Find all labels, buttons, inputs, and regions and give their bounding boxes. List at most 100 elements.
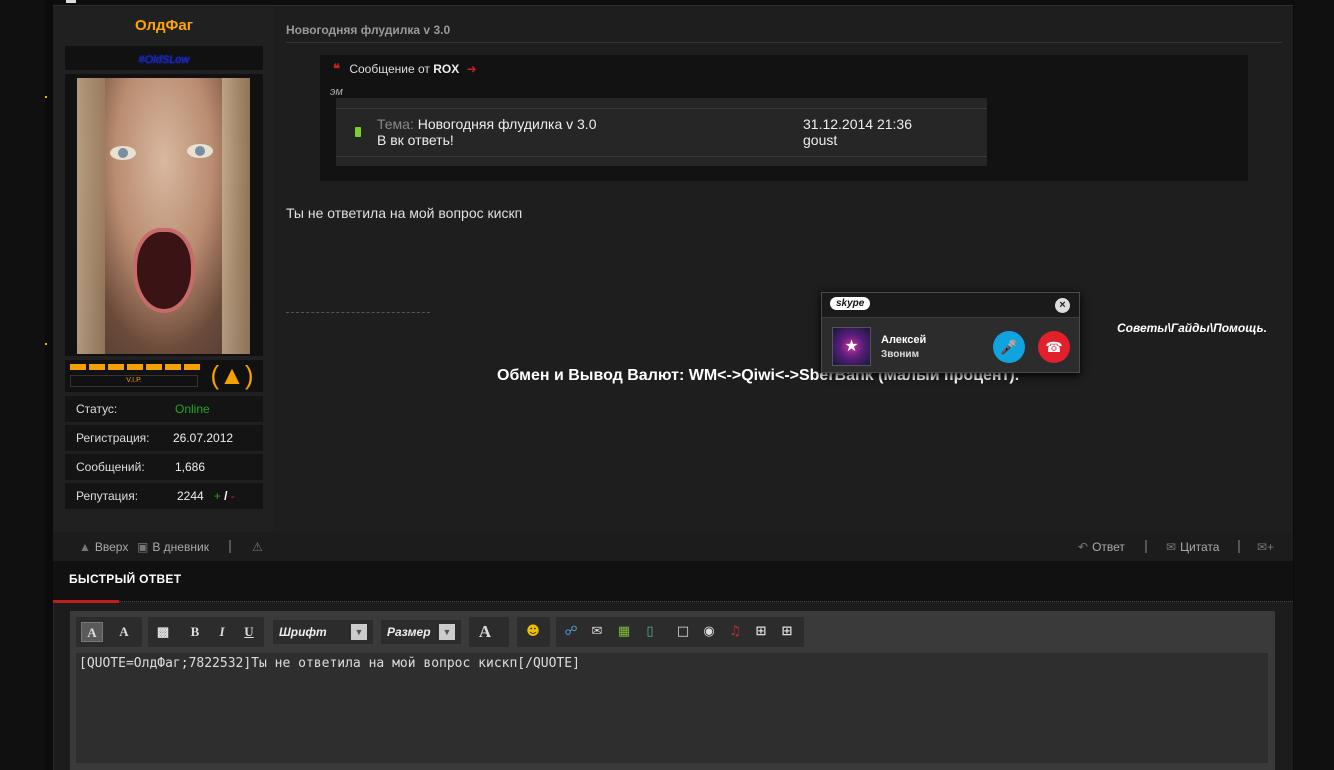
table-cell-date: 31.12.2014 21:36 goust — [803, 116, 912, 148]
vip-panel: V.I.P. (▲) — [65, 360, 263, 392]
table-row — [336, 156, 987, 166]
up-label: Вверх — [94, 540, 129, 554]
chevron-down-icon: ▼ — [351, 624, 367, 640]
separator — [1238, 540, 1240, 553]
avatar-detail — [222, 78, 250, 354]
reputation-value: 2244 — [177, 489, 204, 503]
stat-value: 2244 + / - — [177, 483, 235, 509]
stat-registration: Регистрация: 26.07.2012 — [65, 425, 263, 451]
decor-dot — [45, 96, 47, 98]
arrow-up-icon: ▲ — [79, 540, 91, 554]
left-margin — [0, 0, 45, 770]
link-icon[interactable]: ☍ — [560, 622, 582, 642]
vip-tree-icon: (▲) — [210, 360, 254, 390]
chevron-down-icon: ▼ — [439, 624, 455, 640]
caller-name: Алексей — [881, 334, 927, 346]
bold-icon[interactable]: B — [184, 622, 206, 642]
call-status: Звоним — [881, 349, 919, 360]
post-message: Ты не ответила на мой вопрос кискп — [286, 205, 523, 221]
quote-prefix: Сообщение от — [349, 62, 430, 76]
more-options-icon[interactable]: ⊞ — [776, 622, 798, 642]
quote-bubble-icon: ✉ — [1166, 540, 1177, 554]
close-icon[interactable]: × — [1055, 298, 1070, 313]
divider — [286, 42, 1282, 43]
email-icon[interactable]: ✉ — [586, 622, 608, 642]
image-icon[interactable]: ▦ — [613, 622, 635, 642]
username[interactable]: ОлдФаг — [65, 17, 263, 34]
diary-button[interactable]: ▣ В дневник — [137, 533, 209, 561]
avatar-detail — [110, 146, 136, 160]
font-select[interactable]: Шрифт ▼ — [273, 620, 373, 644]
vip-level-bars — [70, 364, 200, 370]
stat-label: Сообщений: — [76, 460, 145, 474]
text-color-icon[interactable]: A — [474, 622, 496, 642]
topic-text: В вк ответь! — [377, 132, 454, 148]
stat-label: Регистрация: — [76, 431, 150, 445]
scroll-up-button[interactable]: ▲ Вверх — [79, 533, 128, 561]
table-row: Тема: Новогодняя флудилка v 3.0 В вк отв… — [336, 108, 987, 156]
quote-author: ROX — [433, 62, 460, 76]
italic-icon[interactable]: I — [211, 622, 233, 642]
avatar-detail — [187, 144, 213, 158]
quote-text: эм — [330, 86, 343, 98]
quick-reply-header — [53, 561, 1293, 601]
message-textarea[interactable]: [QUOTE=ОлдФаг;7822532]Ты не ответила на … — [76, 653, 1268, 763]
stat-posts: Сообщений: 1,686 — [65, 454, 263, 480]
end-call-icon[interactable]: ☎ — [1038, 331, 1070, 363]
remove-format-icon[interactable]: A — [113, 622, 135, 642]
underline-icon[interactable]: U — [238, 622, 260, 642]
reply-icon: ↶ — [1078, 540, 1089, 554]
decor-dot — [45, 343, 47, 345]
title-underline — [53, 600, 119, 603]
microphone-icon[interactable]: 🎤 — [993, 331, 1025, 363]
multiquote-button[interactable]: ✉+ — [1257, 533, 1278, 561]
divider — [119, 601, 1293, 602]
paste-icon[interactable]: ▩ — [152, 622, 174, 642]
rep-minus-button[interactable]: - — [231, 489, 235, 503]
size-select-label: Размер — [387, 625, 431, 639]
topic-date: 31.12.2014 21:36 — [803, 116, 912, 132]
size-select[interactable]: Размер ▼ — [381, 620, 461, 644]
rep-separator: / — [224, 489, 228, 503]
report-button[interactable]: ⚠ — [252, 533, 267, 561]
reply-button[interactable]: ↶ Ответ — [1078, 533, 1125, 561]
multiquote-icon: ✉+ — [1257, 540, 1275, 554]
rep-plus-button[interactable]: + — [214, 489, 221, 503]
quote-jump-icon[interactable]: ➜ — [467, 62, 477, 76]
quote-icon: ❝ — [333, 61, 340, 76]
skype-call-popup: skype × ★ Алексей Звоним 🎤 ☎ — [821, 292, 1080, 373]
warning-icon: ⚠ — [252, 540, 263, 554]
video-icon[interactable]: ▯ — [639, 622, 661, 642]
quote-insert-icon[interactable]: □ — [672, 622, 694, 642]
avatar-detail — [77, 78, 105, 354]
spoiler-icon[interactable]: ◉ — [698, 622, 720, 642]
caller-avatar: ★ — [832, 327, 871, 366]
skype-titlebar: skype × — [822, 293, 1079, 318]
quote-button[interactable]: ✉ Цитата — [1166, 533, 1219, 561]
reply-label: Ответ — [1092, 540, 1125, 554]
separator — [1145, 540, 1147, 553]
smiley-icon[interactable]: ☻ — [522, 622, 544, 642]
topic-key: Тема: — [377, 116, 414, 132]
switch-mode-icon[interactable]: A — [81, 622, 103, 642]
right-margin — [1294, 0, 1334, 770]
stat-value: 26.07.2012 — [173, 431, 234, 445]
quote-label: Цитата — [1180, 540, 1220, 554]
quick-reply-title: БЫСТРЫЙ ОТВЕТ — [69, 572, 182, 586]
stat-status: Статус: Online — [65, 396, 263, 422]
stat-value: 1,686 — [175, 460, 206, 474]
music-icon[interactable]: ♫ — [724, 622, 746, 642]
post-title: Новогодняя флудилка v 3.0 — [286, 23, 451, 37]
table-cell-topic: Тема: Новогодняя флудилка v 3.0 В вк отв… — [377, 116, 596, 148]
signature-divider — [286, 312, 430, 313]
separator — [229, 540, 231, 553]
signature-link[interactable]: Советы\Гайды\Помощь. — [1117, 321, 1267, 335]
skype-logo: skype — [830, 297, 871, 310]
topic-user: goust — [803, 132, 838, 148]
expand-icon[interactable]: ⊞ — [750, 622, 772, 642]
user-title-box: #OldSLow — [65, 46, 263, 70]
stat-reputation: Репутация: 2244 + / - — [65, 483, 263, 509]
avatar[interactable] — [77, 78, 250, 354]
topic-name: Новогодняя флудилка v 3.0 — [417, 116, 597, 132]
font-select-label: Шрифт — [279, 625, 327, 639]
